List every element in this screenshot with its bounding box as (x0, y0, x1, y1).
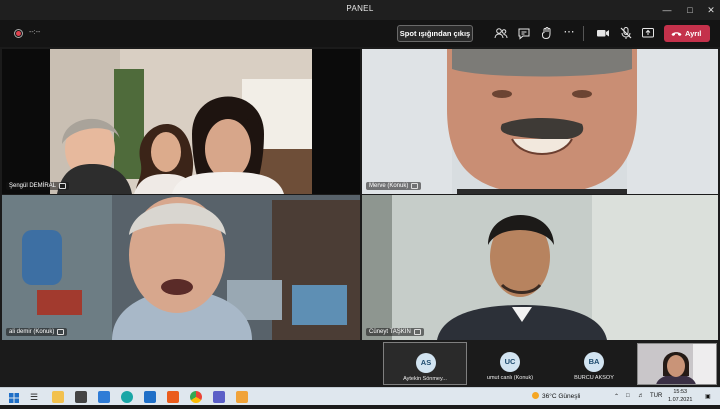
windows-start-icon[interactable] (8, 391, 20, 403)
avatar: AS (416, 353, 436, 373)
mail-icon[interactable] (98, 391, 110, 403)
camera-icon[interactable] (596, 26, 610, 40)
weather-text: 36°C Güneşli (542, 393, 581, 400)
network-icon[interactable]: □ (626, 393, 630, 399)
participant-name-tag: Cüneyt TAŞKIN (366, 328, 424, 336)
tray-chevron-icon[interactable]: ⌃ (614, 393, 619, 400)
window-title: PANEL (346, 4, 374, 13)
system-clock[interactable]: 15:53 1.07.2021 (668, 389, 692, 404)
video-tile-3[interactable]: ali demir (Konuk) (2, 195, 360, 340)
participant-name-tag: ali demir (Konuk) (6, 328, 68, 336)
video-tile-4[interactable]: Cüneyt TAŞKIN (362, 195, 718, 340)
toolbar-divider (583, 26, 584, 41)
office-icon[interactable] (167, 391, 179, 403)
meeting-toolbar: --:-- Spot ışığından çıkış ⋯ Ayrıl (0, 20, 720, 47)
mic-status-icon (59, 183, 67, 189)
store-icon[interactable] (75, 391, 87, 403)
participant-name-tag: Merve (Konuk) (366, 182, 422, 190)
avatar: BA (584, 352, 604, 372)
reactions-icon[interactable] (540, 26, 554, 40)
maximize-icon[interactable]: □ (683, 3, 697, 17)
clock-date: 1.07.2021 (668, 396, 693, 403)
attendee-name: umut canlı (Konuk) (486, 375, 534, 381)
title-bar: PANEL — □ ✕ (0, 0, 720, 20)
mic-status-icon (413, 329, 421, 335)
participant-name: Cüneyt TAŞKIN (369, 329, 411, 335)
mic-muted-icon[interactable] (619, 26, 633, 40)
exit-spotlight-button[interactable]: Spot ışığından çıkış (397, 25, 473, 42)
windows-taskbar: ☰ 36°C Güneşli ⌃ □ ♬ TUR 15:53 1.07.2021… (0, 387, 720, 405)
sun-icon (532, 392, 539, 399)
participant-name-tag: Şengül DEMİRAL (6, 182, 70, 190)
share-screen-icon[interactable] (641, 26, 655, 40)
attendee-tile[interactable]: UC umut canlı (Konuk) (468, 342, 552, 385)
recording-icon (14, 29, 23, 38)
attendee-name: BURCU AKSOY (574, 375, 614, 381)
teams-icon[interactable] (213, 391, 225, 403)
leave-label: Ayrıl (685, 29, 702, 38)
notifications-icon[interactable]: ▣ (705, 393, 711, 400)
attendee-tile[interactable]: BA BURCU AKSOY (552, 342, 636, 385)
chrome-icon[interactable] (190, 391, 202, 403)
app-wave-icon[interactable] (236, 391, 248, 403)
participant-name: Merve (Konuk) (369, 183, 409, 189)
weather-widget[interactable]: 36°C Güneşli (532, 392, 580, 400)
leave-button[interactable]: Ayrıl (664, 25, 710, 42)
self-video (638, 344, 716, 384)
volume-icon[interactable]: ♬ (638, 393, 644, 399)
recording-timer: --:-- (29, 29, 41, 36)
attendee-tile[interactable]: AS Aytekin Sönmey... (383, 342, 467, 385)
video-tile-1[interactable]: Şengül DEMİRAL (2, 49, 360, 194)
participant-name: ali demir (Konuk) (9, 329, 55, 335)
participant-name: Şengül DEMİRAL (9, 183, 57, 189)
participants-icon[interactable] (494, 26, 508, 40)
participant-video (362, 195, 718, 340)
mic-status-icon (411, 183, 419, 189)
more-options-icon[interactable]: ⋯ (562, 26, 576, 40)
avatar: UC (500, 352, 520, 372)
hang-up-icon (671, 32, 682, 36)
self-view-video[interactable] (637, 343, 717, 385)
app-l-icon[interactable] (144, 391, 156, 403)
attendee-name: Aytekin Sönmey... (403, 376, 447, 382)
edge-icon[interactable] (121, 391, 133, 403)
clock-time: 15:53 (673, 389, 688, 395)
language-indicator[interactable]: TUR (650, 393, 662, 399)
close-icon[interactable]: ✕ (704, 3, 718, 17)
participant-video (50, 49, 312, 194)
video-tile-2[interactable]: Merve (Konuk) (362, 49, 718, 194)
minimize-icon[interactable]: — (660, 3, 674, 17)
file-explorer-icon[interactable] (52, 391, 64, 403)
chat-icon[interactable] (517, 26, 531, 40)
participant-video (2, 195, 360, 340)
task-view-icon[interactable]: ☰ (30, 391, 42, 403)
participant-video (362, 49, 718, 194)
mic-status-icon (57, 329, 65, 335)
